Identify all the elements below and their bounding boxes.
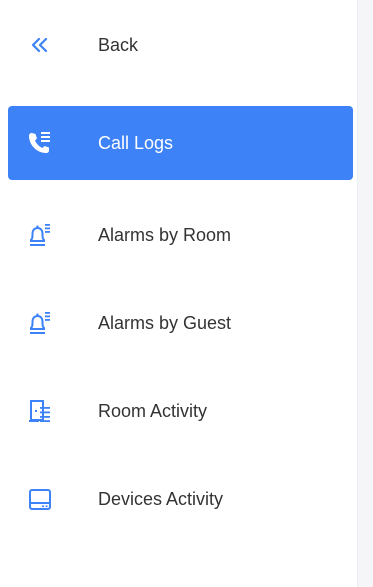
bell-list-icon <box>26 221 54 249</box>
sidebar-item-devices-activity[interactable]: Devices Activity <box>8 462 353 536</box>
sidebar-item-call-logs[interactable]: Call Logs <box>8 106 353 180</box>
sidebar-item-label: Room Activity <box>98 401 208 421</box>
sidebar-item-label: Alarms by Room <box>98 225 232 245</box>
double-chevron-left-icon <box>26 31 54 59</box>
back-label: Back <box>98 35 139 55</box>
sidebar-item-label: Devices Activity <box>98 489 224 509</box>
back-button[interactable]: Back <box>8 22 353 68</box>
sidebar-item-alarms-by-room[interactable]: Alarms by Room <box>8 198 353 272</box>
sidebar-item-label: Call Logs <box>98 133 174 153</box>
sidebar: Back Call Logs Alarms by Room Alarms by … <box>0 0 357 587</box>
call-log-icon <box>26 129 54 157</box>
device-icon <box>26 485 54 513</box>
door-list-icon <box>26 397 54 425</box>
sidebar-item-label: Alarms by Guest <box>98 313 232 333</box>
sidebar-item-room-activity[interactable]: Room Activity <box>8 374 353 448</box>
sidebar-item-alarms-by-guest[interactable]: Alarms by Guest <box>8 286 353 360</box>
bell-list-icon <box>26 309 54 337</box>
panel-divider <box>357 0 373 587</box>
